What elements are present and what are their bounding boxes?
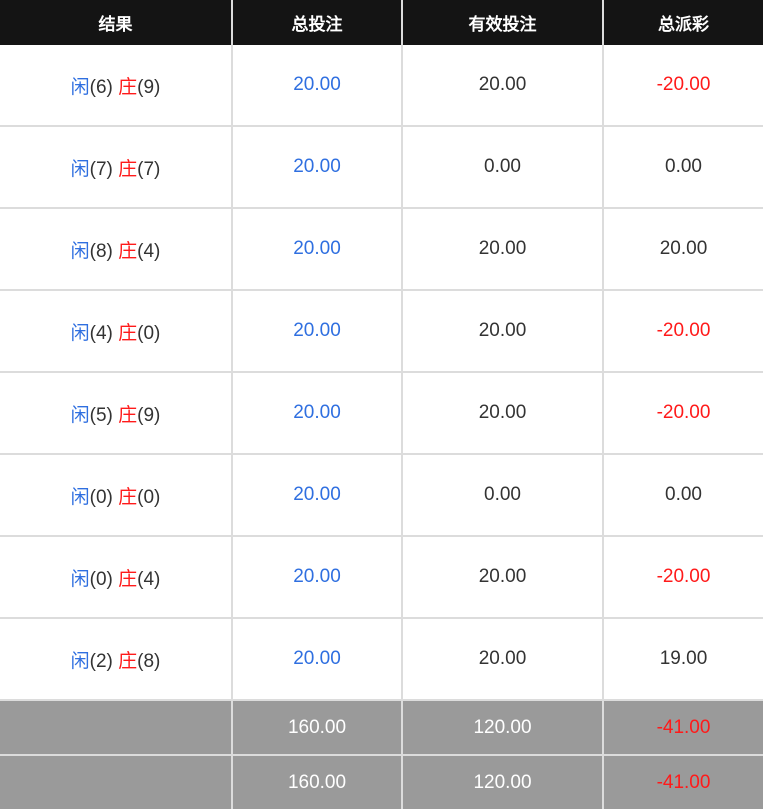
payout-cell: -20.00 bbox=[602, 371, 763, 454]
banker-score: (7) bbox=[137, 158, 161, 180]
payout-cell: 0.00 bbox=[602, 125, 763, 208]
total-bet-cell: 20.00 bbox=[231, 45, 402, 126]
banker-score: (4) bbox=[137, 240, 161, 262]
player-label: 闲 bbox=[70, 240, 90, 262]
totals-row: 160.00 120.00 -41.00 bbox=[0, 699, 763, 755]
payout-cell: -20.00 bbox=[602, 535, 763, 618]
banker-label: 庄 bbox=[118, 650, 138, 672]
header-valid-bet: 有效投注 bbox=[401, 0, 603, 45]
total-bet-cell: 20.00 bbox=[231, 371, 402, 454]
player-label: 闲 bbox=[70, 322, 90, 344]
valid-bet-cell: 0.00 bbox=[401, 453, 603, 536]
result-cell: 闲(6) 庄(9) bbox=[0, 45, 232, 126]
result-cell: 闲(5) 庄(9) bbox=[0, 371, 232, 454]
total-bet-cell: 20.00 bbox=[231, 617, 402, 700]
banker-score: (9) bbox=[137, 76, 161, 98]
payout-cell: -20.00 bbox=[602, 45, 763, 126]
table-row: 闲(7) 庄(7) 20.00 0.00 0.00 bbox=[0, 125, 763, 208]
table-row: 闲(6) 庄(9) 20.00 20.00 -20.00 bbox=[0, 45, 763, 126]
table-row: 闲(0) 庄(4) 20.00 20.00 -20.00 bbox=[0, 535, 763, 618]
result-cell: 闲(0) 庄(4) bbox=[0, 535, 232, 618]
payout-cell: 19.00 bbox=[602, 617, 763, 700]
totals-total-bet: 160.00 bbox=[231, 699, 402, 755]
totals-row: 160.00 120.00 -41.00 bbox=[0, 754, 763, 809]
totals-payout: -41.00 bbox=[602, 754, 763, 809]
result-cell: 闲(8) 庄(4) bbox=[0, 207, 232, 290]
valid-bet-cell: 20.00 bbox=[401, 45, 603, 126]
banker-score: (9) bbox=[137, 404, 161, 426]
table-row: 闲(5) 庄(9) 20.00 20.00 -20.00 bbox=[0, 371, 763, 454]
result-cell: 闲(0) 庄(0) bbox=[0, 453, 232, 536]
totals-valid-bet: 120.00 bbox=[401, 754, 603, 809]
bet-records-table: 结果 总投注 有效投注 总派彩 闲(6) 庄(9) 20.00 20.00 -20.0… bbox=[0, 0, 763, 809]
player-score: (5) bbox=[89, 404, 113, 426]
records-body: 闲(6) 庄(9) 20.00 20.00 -20.00 闲(7) 庄(7) 20.00 0… bbox=[0, 45, 763, 809]
total-bet-cell: 20.00 bbox=[231, 207, 402, 290]
banker-label: 庄 bbox=[118, 240, 138, 262]
totals-valid-bet: 120.00 bbox=[401, 699, 603, 755]
player-label: 闲 bbox=[70, 568, 90, 590]
banker-label: 庄 bbox=[118, 568, 138, 590]
totals-label-cell bbox=[0, 754, 232, 809]
table-row: 闲(0) 庄(0) 20.00 0.00 0.00 bbox=[0, 453, 763, 536]
table-row: 闲(8) 庄(4) 20.00 20.00 20.00 bbox=[0, 207, 763, 290]
table-row: 闲(4) 庄(0) 20.00 20.00 -20.00 bbox=[0, 289, 763, 372]
player-score: (6) bbox=[89, 76, 113, 98]
player-score: (0) bbox=[89, 486, 113, 508]
player-score: (8) bbox=[89, 240, 113, 262]
player-label: 闲 bbox=[70, 404, 90, 426]
total-bet-cell: 20.00 bbox=[231, 453, 402, 536]
banker-label: 庄 bbox=[118, 486, 138, 508]
table-row: 闲(2) 庄(8) 20.00 20.00 19.00 bbox=[0, 617, 763, 700]
banker-label: 庄 bbox=[118, 404, 138, 426]
header-total-bet: 总投注 bbox=[231, 0, 402, 45]
valid-bet-cell: 20.00 bbox=[401, 289, 603, 372]
player-score: (4) bbox=[89, 322, 113, 344]
player-label: 闲 bbox=[70, 650, 90, 672]
result-cell: 闲(4) 庄(0) bbox=[0, 289, 232, 372]
totals-total-bet: 160.00 bbox=[231, 754, 402, 809]
header-result: 结果 bbox=[0, 0, 232, 45]
banker-score: (4) bbox=[137, 568, 161, 590]
payout-cell: 20.00 bbox=[602, 207, 763, 290]
valid-bet-cell: 20.00 bbox=[401, 207, 603, 290]
banker-score: (0) bbox=[137, 322, 161, 344]
totals-label-cell bbox=[0, 699, 232, 755]
player-label: 闲 bbox=[70, 76, 90, 98]
header-total-payout: 总派彩 bbox=[602, 0, 763, 45]
banker-score: (8) bbox=[137, 650, 161, 672]
valid-bet-cell: 0.00 bbox=[401, 125, 603, 208]
player-score: (7) bbox=[89, 158, 113, 180]
valid-bet-cell: 20.00 bbox=[401, 617, 603, 700]
valid-bet-cell: 20.00 bbox=[401, 371, 603, 454]
result-cell: 闲(7) 庄(7) bbox=[0, 125, 232, 208]
payout-cell: -20.00 bbox=[602, 289, 763, 372]
player-score: (2) bbox=[89, 650, 113, 672]
player-label: 闲 bbox=[70, 486, 90, 508]
banker-label: 庄 bbox=[118, 158, 138, 180]
total-bet-cell: 20.00 bbox=[231, 289, 402, 372]
result-cell: 闲(2) 庄(8) bbox=[0, 617, 232, 700]
banker-label: 庄 bbox=[118, 322, 138, 344]
valid-bet-cell: 20.00 bbox=[401, 535, 603, 618]
banker-label: 庄 bbox=[118, 76, 138, 98]
player-score: (0) bbox=[89, 568, 113, 590]
total-bet-cell: 20.00 bbox=[231, 125, 402, 208]
banker-score: (0) bbox=[137, 486, 161, 508]
payout-cell: 0.00 bbox=[602, 453, 763, 536]
player-label: 闲 bbox=[70, 158, 90, 180]
totals-payout: -41.00 bbox=[602, 699, 763, 755]
total-bet-cell: 20.00 bbox=[231, 535, 402, 618]
header-row: 结果 总投注 有效投注 总派彩 bbox=[0, 0, 763, 45]
